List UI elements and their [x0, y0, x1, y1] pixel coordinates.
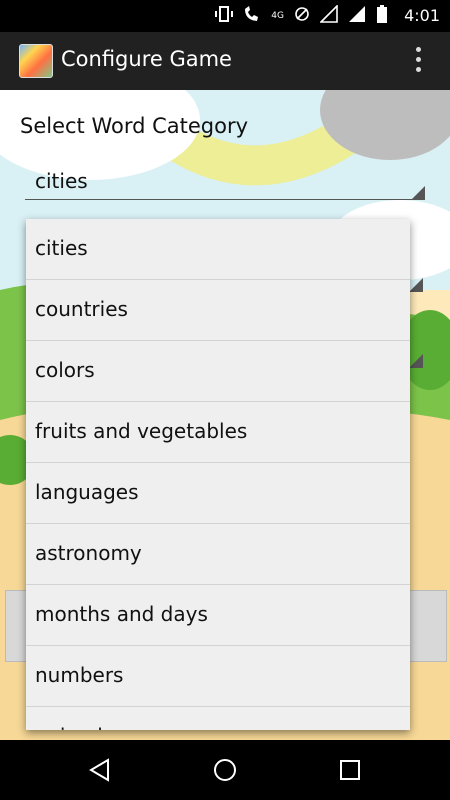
list-item[interactable]: countries [26, 280, 410, 341]
list-item[interactable]: cities [26, 219, 410, 280]
network-type-label: 4G [271, 11, 284, 21]
back-icon[interactable] [88, 758, 112, 782]
list-item[interactable]: languages [26, 463, 410, 524]
vibrate-icon [215, 5, 234, 27]
category-label: Select Word Category [20, 114, 249, 138]
list-item-label: languages [35, 480, 139, 504]
recents-icon[interactable] [338, 758, 362, 782]
no-sim-icon [294, 5, 310, 27]
battery-icon [376, 5, 388, 27]
spinner-arrow-icon [409, 278, 423, 292]
app-title: Configure Game [61, 47, 232, 71]
app-bar: Configure Game [0, 32, 450, 90]
list-item[interactable]: numbers [26, 646, 410, 707]
signal-icon [319, 4, 338, 27]
list-item[interactable]: fruits and vegetables [26, 402, 410, 463]
app-logo-icon [19, 44, 53, 78]
overflow-menu-icon[interactable] [414, 45, 422, 75]
navigation-bar [0, 740, 450, 800]
list-item-label: months and days [35, 602, 208, 626]
phone-wifi-icon [243, 5, 261, 27]
status-time: 4:01 [404, 6, 440, 25]
list-item-label: numbers [35, 663, 124, 687]
list-item-label: animals [35, 724, 113, 730]
spinner-underline [25, 199, 423, 200]
list-item-label: astronomy [35, 541, 142, 565]
spinner-arrow-icon [409, 354, 423, 368]
list-item[interactable]: animals [26, 707, 410, 730]
status-icons: 4G [215, 4, 388, 27]
list-item-label: countries [35, 297, 128, 321]
signal-icon [348, 5, 366, 27]
home-icon[interactable] [213, 758, 237, 782]
list-item-label: colors [35, 358, 95, 382]
category-dropdown-list: cities countries colors fruits and veget… [26, 219, 410, 730]
list-item-label: cities [35, 236, 88, 260]
category-spinner[interactable]: cities [25, 165, 425, 211]
list-item[interactable]: astronomy [26, 524, 410, 585]
list-item[interactable]: colors [26, 341, 410, 402]
status-bar: 4G 4:01 [0, 0, 450, 32]
list-item-label: fruits and vegetables [35, 419, 248, 443]
spinner-arrow-icon [411, 186, 425, 200]
list-item[interactable]: months and days [26, 585, 410, 646]
category-spinner-value: cities [35, 169, 88, 193]
